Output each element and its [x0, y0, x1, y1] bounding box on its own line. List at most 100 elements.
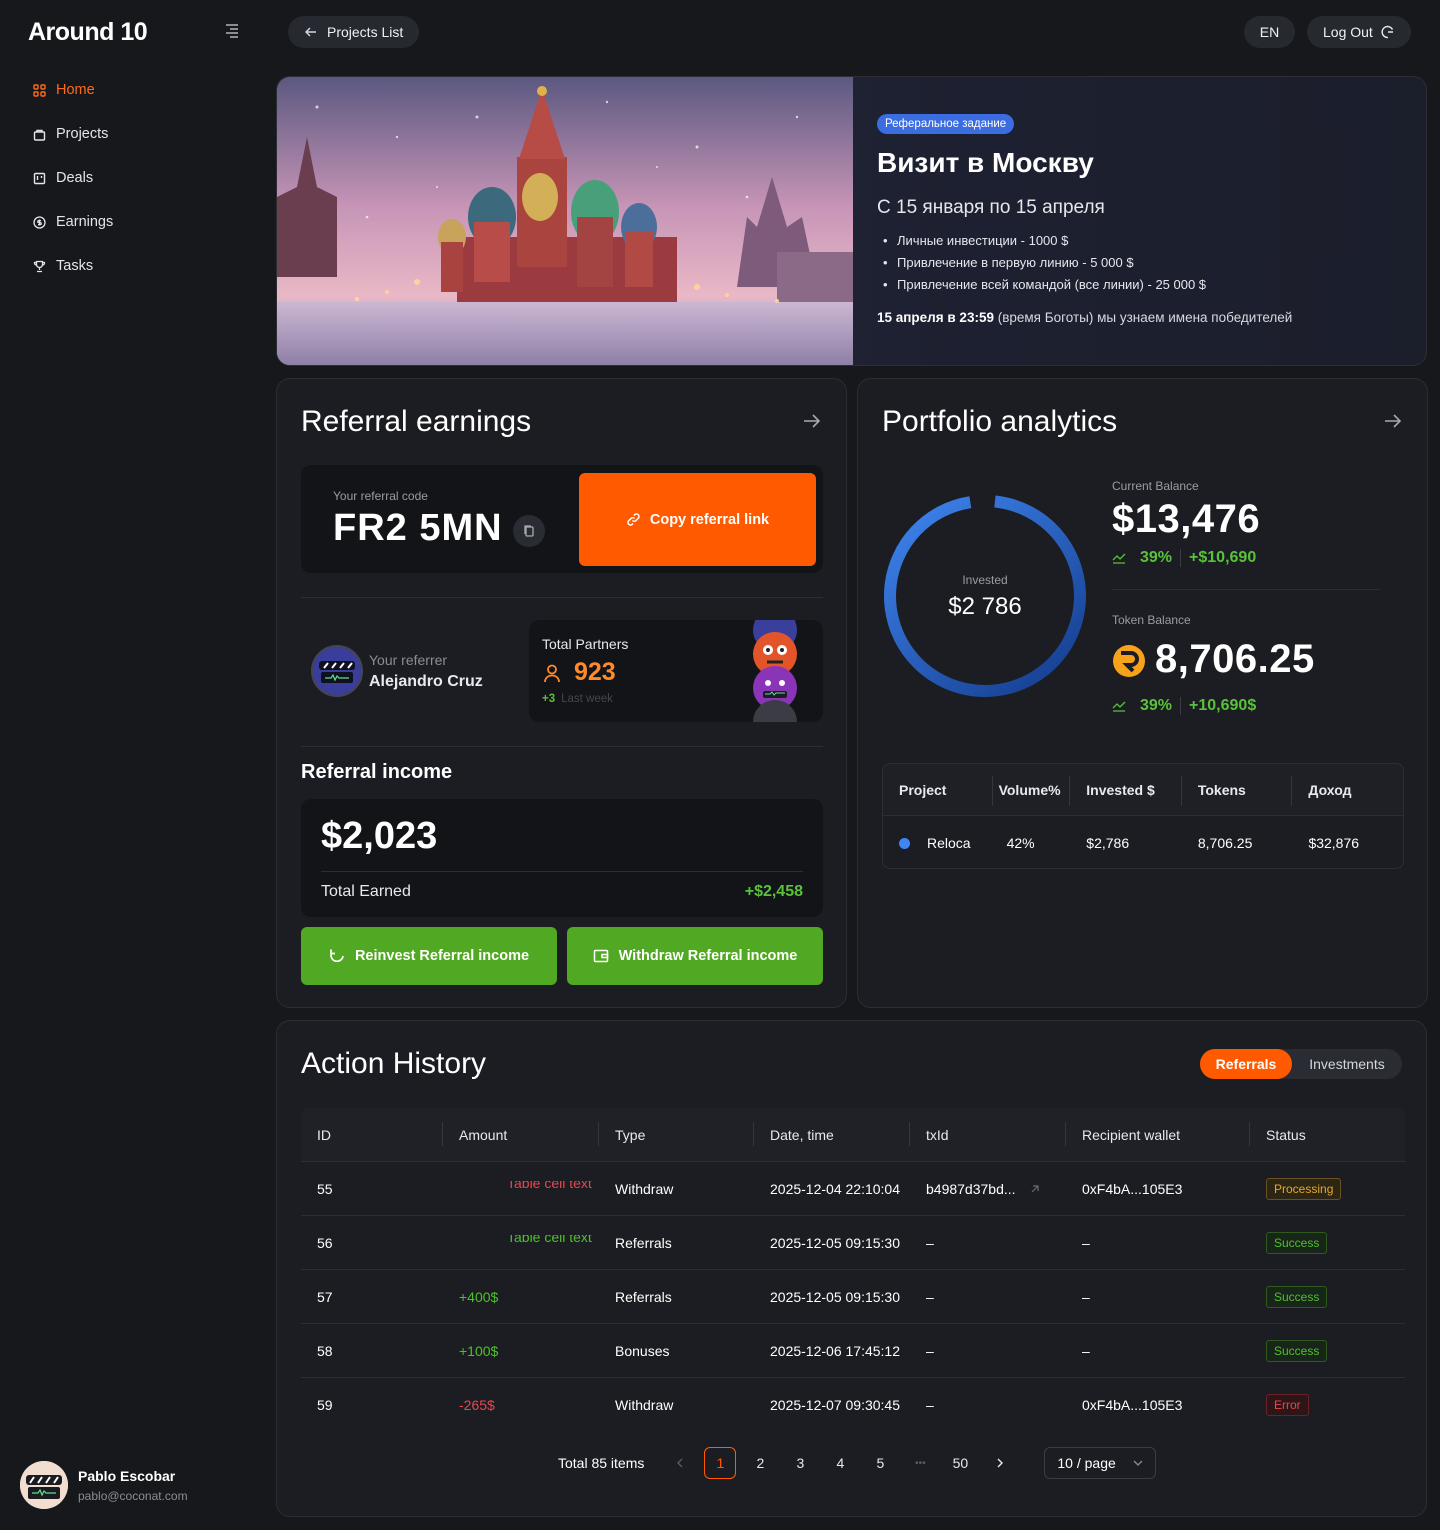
page-button-3[interactable]: 3: [784, 1447, 816, 1479]
sidebar-item-tasks[interactable]: Tasks: [32, 244, 113, 288]
sidebar-item-projects[interactable]: Projects: [32, 112, 113, 156]
page-button-2[interactable]: 2: [744, 1447, 776, 1479]
column-header[interactable]: Amount: [443, 1121, 599, 1146]
tab-investments[interactable]: Investments: [1292, 1049, 1402, 1079]
banner-note-date: 15 апреля в 23:59: [877, 310, 994, 325]
logout-button[interactable]: Log Out: [1307, 16, 1411, 48]
reinvest-referral-income-button[interactable]: Reinvest Referral income: [301, 927, 557, 985]
table-header: Project Volume% Invested $ Tokens Доход: [883, 764, 1403, 816]
column-header[interactable]: Invested $: [1070, 775, 1182, 806]
total-earned-delta: +$2,458: [744, 883, 803, 900]
logout-icon: [1381, 25, 1393, 39]
invested-label: Invested: [962, 573, 1008, 587]
txid-cell: –: [926, 1342, 934, 1359]
sidebar-item-label: Deals: [56, 170, 94, 186]
banner-title: Визит в Москву: [877, 147, 1094, 178]
column-header[interactable]: Tokens: [1182, 775, 1293, 806]
id-cell: 56: [317, 1234, 333, 1251]
type-cell: Withdraw: [615, 1180, 674, 1197]
txid-cell: –: [926, 1288, 934, 1305]
column-header[interactable]: Volume%: [993, 775, 1071, 806]
back-to-projects-button[interactable]: Projects List: [288, 16, 420, 48]
banner-note: 15 апреля в 23:59 (время Боготы) мы узна…: [877, 310, 1292, 325]
divider: [1112, 589, 1380, 590]
column-header[interactable]: Date, time: [754, 1121, 910, 1146]
sidebar-item-label: Projects: [56, 126, 109, 142]
column-header[interactable]: Status: [1250, 1127, 1405, 1143]
avatar: [20, 1461, 68, 1509]
token-balance-label: Token Balance: [1112, 613, 1191, 627]
table-body: 55 Table cell text Withdraw 2025-12-04 22:1…: [301, 1161, 1405, 1431]
withdraw-label: Withdraw Referral income: [618, 948, 798, 964]
column-header[interactable]: Recipient wallet: [1066, 1121, 1250, 1146]
sidebar-item-earnings[interactable]: Earnings: [32, 200, 113, 244]
amount-cell: -265$: [459, 1396, 495, 1413]
column-header[interactable]: Доход: [1292, 782, 1403, 798]
table-row[interactable]: Reloca 42% $2,786 8,706.25 $32,876: [883, 816, 1403, 868]
page-button-5[interactable]: 5: [864, 1447, 896, 1479]
dollar-circle-icon: [32, 215, 46, 229]
status-badge: Success: [1266, 1339, 1328, 1362]
type-cell: Referrals: [615, 1288, 672, 1305]
prev-page-icon[interactable]: [664, 1447, 696, 1479]
sidebar-collapse-icon[interactable]: [220, 24, 238, 38]
token-icon: [1113, 645, 1145, 678]
status-cell: Success: [1250, 1285, 1405, 1308]
page-button-50[interactable]: 50: [944, 1447, 976, 1479]
type-cell: Bonuses: [615, 1342, 670, 1359]
page-ellipsis[interactable]: •••: [904, 1447, 936, 1479]
language-button[interactable]: EN: [1244, 16, 1295, 48]
table-row[interactable]: 56 Table cell text Referrals 2025-12-05 09:…: [301, 1215, 1405, 1269]
column-header[interactable]: txId: [910, 1121, 1066, 1146]
tab-referrals[interactable]: Referrals: [1200, 1049, 1292, 1079]
project-color-dot: [899, 837, 910, 849]
wallet-cell: 0xF4bA...105E3: [1082, 1180, 1183, 1197]
type-cell: Withdraw: [615, 1396, 674, 1413]
status-badge: Success: [1266, 1231, 1328, 1254]
column-header[interactable]: Project: [883, 775, 993, 806]
date-cell: 2025-12-05 09:15:30: [770, 1234, 900, 1251]
sidebar-item-label: Home: [56, 82, 95, 98]
page-button-4[interactable]: 4: [824, 1447, 856, 1479]
copy-code-button[interactable]: [513, 515, 545, 547]
table-row[interactable]: 59 -265$ Withdraw 2025-12-07 09:30:45 – 0xF4b…: [301, 1377, 1405, 1431]
wallet-cell: –: [1082, 1342, 1090, 1359]
status-cell: Processing: [1250, 1177, 1405, 1200]
wallet-cell: 0xF4bA...105E3: [1082, 1396, 1183, 1413]
page-size-select[interactable]: 10 / page: [1044, 1447, 1157, 1479]
table-row[interactable]: 55 Table cell text Withdraw 2025-12-04 22:1…: [301, 1161, 1405, 1215]
portfolio-analytics-title: Portfolio analytics: [882, 405, 1118, 438]
withdraw-referral-income-button[interactable]: Withdraw Referral income: [567, 927, 823, 985]
arrow-right-icon[interactable]: [1383, 411, 1403, 436]
back-button-label: Projects List: [327, 24, 404, 40]
page-button-1[interactable]: 1: [704, 1447, 737, 1479]
sidebar-item-deals[interactable]: Deals: [32, 156, 113, 200]
external-link-icon[interactable]: [1030, 1184, 1040, 1194]
status-cell: Success: [1250, 1339, 1405, 1362]
arrow-left-icon: [305, 27, 316, 37]
referral-code: FR2 5MN: [333, 507, 503, 549]
arrow-right-icon[interactable]: [802, 411, 822, 436]
token-balance-delta: 39% +10,690$: [1112, 697, 1256, 715]
referral-earnings-card: Referral earnings Your referral code FR2…: [276, 378, 847, 1008]
copy-referral-link-button[interactable]: Copy referral link: [579, 473, 816, 566]
project-cell: Reloca: [883, 835, 993, 851]
language-label: EN: [1259, 24, 1280, 40]
date-cell: 2025-12-06 17:45:12: [770, 1342, 900, 1359]
user-profile[interactable]: Pablo Escobar pablo@coconat.com: [20, 1461, 188, 1509]
pagination: Total 85 items 1 2 3 4 5 ••• 50 10 / pag…: [558, 1447, 1157, 1479]
table-row[interactable]: 57 +400$ Referrals 2025-12-05 09:15:30 – – Suc…: [301, 1269, 1405, 1323]
referral-earnings-title: Referral earnings: [301, 405, 532, 438]
date-cell: 2025-12-07 09:30:45: [770, 1396, 900, 1413]
column-header[interactable]: ID: [301, 1121, 443, 1146]
table-row[interactable]: 58 +100$ Bonuses 2025-12-06 17:45:12 – – Succe…: [301, 1323, 1405, 1377]
action-history-table: ID Amount Type Date, time txId Recipient…: [301, 1108, 1405, 1431]
column-header[interactable]: Type: [599, 1121, 754, 1146]
next-page-icon[interactable]: [984, 1447, 1016, 1479]
app-logo[interactable]: Around 10: [28, 18, 148, 47]
sidebar-item-home[interactable]: Home: [32, 68, 113, 112]
sidebar: Around 10 Home Projects Deals Earnings T…: [0, 0, 260, 1530]
status-cell: Error: [1250, 1393, 1405, 1416]
chevron-down-icon: [1133, 1460, 1143, 1466]
income-cell: $32,876: [1308, 835, 1360, 851]
